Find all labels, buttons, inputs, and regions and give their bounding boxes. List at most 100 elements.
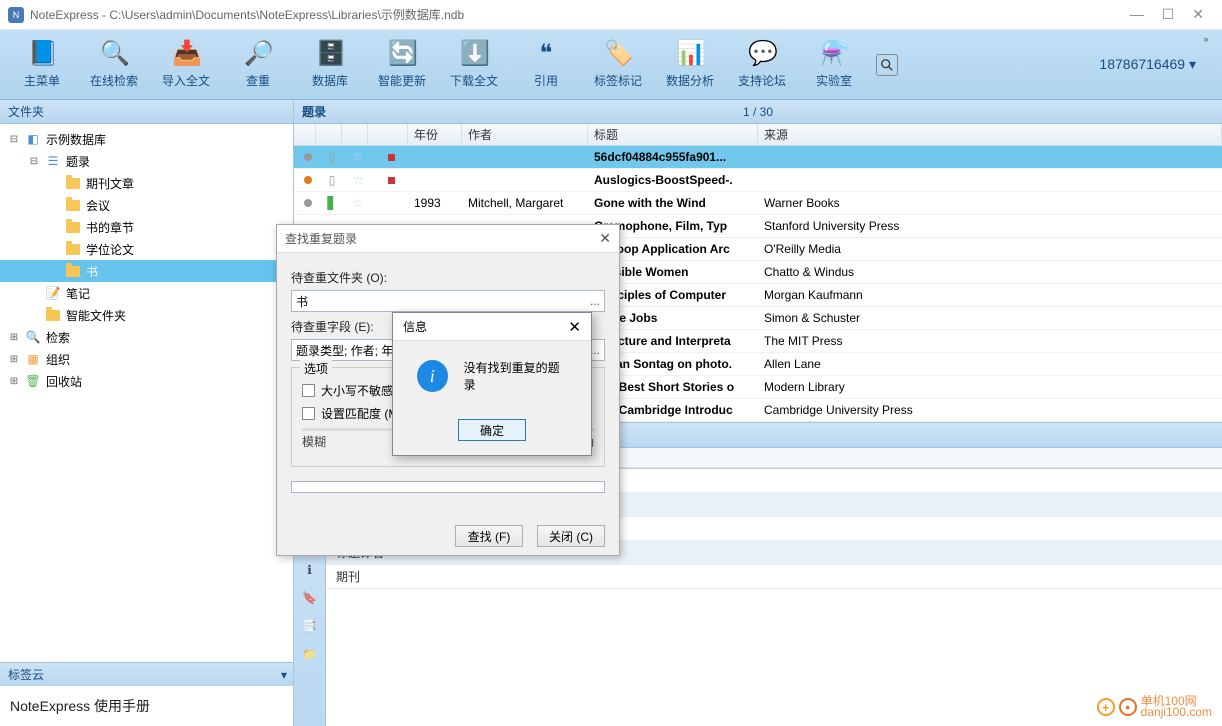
toggle-icon[interactable]: ⊞ (8, 354, 20, 365)
folder-input[interactable]: 书... (291, 290, 605, 312)
ribbon-icon: ⚗️ (820, 40, 848, 68)
watermark-text: 单机100网danji100.com (1141, 696, 1212, 718)
ribbon-标签标记[interactable]: 🏷️标签标记 (582, 35, 654, 95)
ribbon-icon: 🗄️ (316, 40, 344, 68)
tree-node-笔记[interactable]: 📝笔记 (0, 282, 293, 304)
ribbon-在线检索[interactable]: 🔍在线检索 (78, 35, 150, 95)
ribbon-overflow-icon[interactable]: » (1198, 32, 1214, 46)
toggle-icon[interactable]: ⊟ (8, 134, 20, 145)
table-header: 年份 作者 标题 来源 (294, 124, 1222, 146)
titlebar: N NoteExpress - C:\Users\admin\Documents… (0, 0, 1222, 30)
ribbon-主菜单[interactable]: 📘主菜单 (6, 35, 78, 95)
detail-info-icon[interactable]: ℹ (301, 561, 319, 579)
tagcloud-chevron-icon[interactable]: ▾ (281, 668, 287, 682)
search-button[interactable] (876, 54, 898, 76)
account-label[interactable]: 18786716469 ▾ (1099, 56, 1196, 73)
flag-icon (368, 173, 408, 187)
ribbon-查重[interactable]: 🔎查重 (222, 35, 294, 95)
ribbon-icon: 🔄 (388, 40, 416, 68)
node-icon: ◧ (24, 131, 42, 147)
col-source[interactable]: 来源 (758, 124, 1222, 145)
app-icon: N (8, 7, 24, 23)
ribbon-icon: 🔍 (100, 40, 128, 68)
ribbon-智能更新[interactable]: 🔄智能更新 (366, 35, 438, 95)
tree-node-检索[interactable]: ⊞🔍检索 (0, 326, 293, 348)
dialog-title: 查找重复题录 (285, 230, 357, 247)
doc-icon: ▋ (316, 196, 342, 210)
tree-node-书[interactable]: 书 (0, 260, 293, 282)
ribbon-icon: 💬 (748, 40, 776, 68)
col-status[interactable] (294, 124, 316, 145)
tree-node-智能文件夹[interactable]: 智能文件夹 (0, 304, 293, 326)
list-header: 题录 1 / 30 (294, 100, 1222, 124)
ribbon-icon: 📊 (676, 40, 704, 68)
doc-icon: ▯ (316, 150, 342, 164)
find-button[interactable]: 查找 (F) (455, 525, 523, 547)
doc-icon: ▯ (316, 173, 342, 187)
node-icon (44, 307, 62, 323)
info-dialog: 信息 ✕ i 没有找到重复的题录 确定 (392, 312, 592, 456)
col-title[interactable]: 标题 (588, 124, 758, 145)
dialog-close-icon[interactable]: ✕ (599, 230, 611, 247)
col-author[interactable]: 作者 (462, 124, 588, 145)
info-titlebar: 信息 ✕ (393, 313, 591, 341)
node-icon (64, 197, 82, 213)
watermark-icon: + (1097, 698, 1115, 716)
ribbon-实验室[interactable]: ⚗️实验室 (798, 35, 870, 95)
ribbon-icon: ⬇️ (460, 40, 488, 68)
minimize-button[interactable]: — (1130, 6, 1144, 23)
detail-tag-icon[interactable]: 🔖 (301, 589, 319, 607)
ribbon-支持论坛[interactable]: 💬支持论坛 (726, 35, 798, 95)
detail-loc-icon[interactable]: 📁 (301, 645, 319, 663)
ribbon-引用[interactable]: ❝引用 (510, 35, 582, 95)
folder-tree: ⊟◧示例数据库⊟☰题录期刊文章会议书的章节学位论文书📝笔记智能文件夹⊞🔍检索⊞▦… (0, 124, 293, 662)
toggle-icon[interactable]: ⊞ (8, 376, 20, 387)
ribbon-icon: 📘 (28, 40, 56, 68)
close-button[interactable]: ✕ (1192, 6, 1204, 23)
tagcloud-header[interactable]: 标签云▾ (0, 662, 293, 686)
tree-node-书的章节[interactable]: 书的章节 (0, 216, 293, 238)
col-flag[interactable] (368, 124, 408, 145)
detail-note-icon[interactable]: 📑 (301, 617, 319, 635)
node-icon: ▦ (24, 351, 42, 367)
tree-node-学位论文[interactable]: 学位论文 (0, 238, 293, 260)
star-icon[interactable]: ☆ (342, 173, 368, 187)
col-doc[interactable] (316, 124, 342, 145)
ribbon-数据分析[interactable]: 📊数据分析 (654, 35, 726, 95)
node-icon: 🔍 (24, 329, 42, 345)
browse-icon[interactable]: ... (590, 294, 600, 308)
ribbon-下载全文[interactable]: ⬇️下载全文 (438, 35, 510, 95)
maximize-button[interactable]: ☐ (1162, 6, 1175, 23)
window-controls: — ☐ ✕ (1130, 6, 1214, 23)
watermark: + • 单机100网danji100.com (1097, 696, 1212, 718)
tree-node-会议[interactable]: 会议 (0, 194, 293, 216)
col-star[interactable] (342, 124, 368, 145)
watermark-icon: • (1119, 698, 1137, 716)
col-year[interactable]: 年份 (408, 124, 462, 145)
star-icon[interactable]: ☆ (342, 196, 368, 210)
tree-node-期刊文章[interactable]: 期刊文章 (0, 172, 293, 194)
node-icon (64, 241, 82, 257)
ribbon-数据库[interactable]: 🗄️数据库 (294, 35, 366, 95)
tree-node-组织[interactable]: ⊞▦组织 (0, 348, 293, 370)
ribbon-导入全文[interactable]: 📥导入全文 (150, 35, 222, 95)
sidebar: 文件夹 ⊟◧示例数据库⊟☰题录期刊文章会议书的章节学位论文书📝笔记智能文件夹⊞🔍… (0, 100, 294, 726)
close-button[interactable]: 关闭 (C) (537, 525, 605, 547)
table-row[interactable]: ▯ ☆ Auslogics-BoostSpeed-. (294, 169, 1222, 192)
tree-node-示例数据库[interactable]: ⊟◧示例数据库 (0, 128, 293, 150)
info-message: 没有找到重复的题录 (464, 359, 567, 393)
table-row[interactable]: ▋ ☆ 1993 Mitchell, Margaret Gone with th… (294, 192, 1222, 215)
ok-button[interactable]: 确定 (458, 419, 526, 441)
node-icon: 📝 (44, 285, 62, 301)
tree-node-回收站[interactable]: ⊞🗑回收站 (0, 370, 293, 392)
star-icon[interactable]: ☆ (342, 150, 368, 164)
toggle-icon[interactable]: ⊟ (28, 156, 40, 167)
tagcloud-body: NoteExpress 使用手册 (0, 686, 293, 726)
ribbon-icon: ❝ (532, 40, 560, 68)
info-close-icon[interactable]: ✕ (568, 318, 581, 336)
flag-icon (368, 150, 408, 164)
toggle-icon[interactable]: ⊞ (8, 332, 20, 343)
tree-node-题录[interactable]: ⊟☰题录 (0, 150, 293, 172)
table-row[interactable]: ▯ ☆ 56dcf04884c955fa901... (294, 146, 1222, 169)
detail-row[interactable]: 期刊 (326, 565, 1222, 589)
